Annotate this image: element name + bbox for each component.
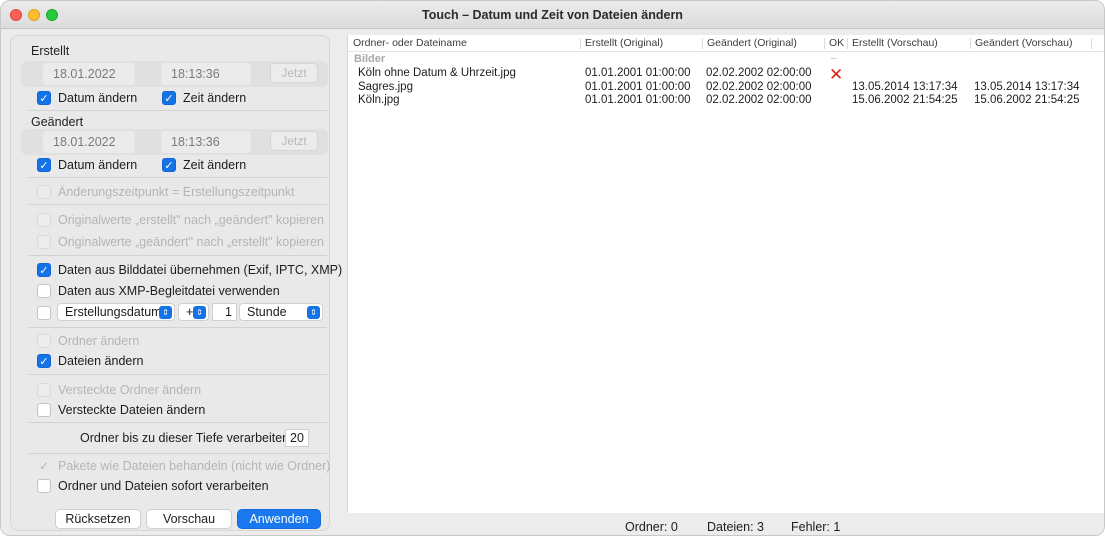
change-files-checkbox[interactable]: ✓ Dateien ändern bbox=[37, 353, 143, 369]
created-date-field[interactable]: 18.01.2022 bbox=[43, 63, 135, 85]
checkmark-icon: ✓ bbox=[37, 158, 51, 172]
change-hidden-folders-checkbox[interactable]: Versteckte Ordner ändern bbox=[37, 382, 201, 398]
checkmark-icon: ✓ bbox=[37, 354, 51, 368]
depth-field[interactable]: 20 bbox=[285, 429, 309, 447]
divider bbox=[29, 374, 327, 375]
divider bbox=[29, 453, 327, 454]
title-bar[interactable]: Touch – Datum und Zeit von Dateien änder… bbox=[1, 1, 1104, 29]
file-list-header: Ordner- oder Dateiname Erstellt (Origina… bbox=[348, 35, 1104, 52]
checkmark-icon: ✓ bbox=[162, 158, 176, 172]
copy-created-to-modified-checkbox[interactable]: Originalwerte „erstellt" nach „geändert"… bbox=[37, 212, 324, 228]
use-image-metadata-checkbox[interactable]: ✓ Daten aus Bilddatei übernehmen (Exif, … bbox=[37, 262, 342, 278]
column-header-ok[interactable]: OK bbox=[824, 37, 844, 49]
modified-now-button[interactable]: Jetzt bbox=[270, 131, 318, 151]
column-header-name[interactable]: Ordner- oder Dateiname bbox=[348, 37, 467, 49]
reset-button[interactable]: Rücksetzen bbox=[55, 509, 141, 529]
copy-modified-to-created-checkbox[interactable]: Originalwerte „geändert" nach „erstellt"… bbox=[37, 234, 324, 250]
use-xmp-sidecar-checkbox[interactable]: Daten aus XMP-Begleitdatei verwenden bbox=[37, 283, 280, 299]
packages-as-files-checkbox[interactable]: ✓ Pakete wie Dateien behandeln (nicht wi… bbox=[37, 458, 330, 474]
column-header-modified-preview[interactable]: Geändert (Vorschau) bbox=[970, 37, 1072, 49]
offset-sign-popup[interactable]: + ⇕ bbox=[178, 303, 209, 321]
checkmark-icon: ✓ bbox=[38, 459, 50, 473]
divider bbox=[29, 110, 327, 111]
column-header-created-original[interactable]: Erstellt (Original) bbox=[580, 37, 663, 49]
chevron-updown-icon: ⇕ bbox=[159, 306, 172, 319]
divider bbox=[29, 255, 327, 256]
process-immediately-checkbox[interactable]: Ordner und Dateien sofort verarbeiten bbox=[37, 478, 269, 494]
offset-base-popup[interactable]: Erstellungsdatum ⇕ bbox=[57, 303, 175, 321]
checkmark-icon: ✓ bbox=[37, 91, 51, 105]
divider bbox=[29, 177, 327, 178]
divider bbox=[29, 422, 327, 423]
created-section-label: Erstellt bbox=[31, 44, 70, 58]
window-title: Touch – Datum und Zeit von Dateien änder… bbox=[422, 8, 683, 22]
checkmark-icon: ✓ bbox=[37, 263, 51, 277]
modified-section-label: Geändert bbox=[31, 115, 84, 129]
folder-group-ok: – bbox=[831, 53, 837, 64]
column-header-created-preview[interactable]: Erstellt (Vorschau) bbox=[847, 37, 938, 49]
modified-time-field[interactable]: 18:13:36 bbox=[161, 131, 251, 153]
modified-change-time-checkbox[interactable]: ✓ Zeit ändern bbox=[162, 157, 246, 173]
app-window: Touch – Datum und Zeit von Dateien änder… bbox=[0, 0, 1105, 536]
created-change-time-checkbox[interactable]: ✓ Zeit ändern bbox=[162, 90, 246, 106]
mod-equals-created-checkbox[interactable]: Änderungszeitpunkt = Erstellungszeitpunk… bbox=[37, 184, 295, 200]
apply-button[interactable]: Anwenden bbox=[237, 509, 321, 529]
status-bar: Ordner: 0 Dateien: 3 Fehler: 1 bbox=[347, 513, 1104, 535]
error-x-icon: ✕ bbox=[829, 65, 844, 84]
table-row[interactable]: Köln ohne Datum & Uhrzeit.jpg 01.01.2001… bbox=[348, 65, 1104, 84]
table-row[interactable]: Sagres.jpg 01.01.2001 01:00:00 02.02.200… bbox=[348, 81, 1104, 94]
offset-amount-field[interactable]: 1 bbox=[212, 303, 237, 321]
status-files: Dateien: 3 bbox=[707, 520, 764, 534]
created-now-button[interactable]: Jetzt bbox=[270, 63, 318, 83]
change-folders-checkbox[interactable]: Ordner ändern bbox=[37, 333, 139, 349]
created-time-field[interactable]: 18:13:36 bbox=[161, 63, 251, 85]
column-header-modified-original[interactable]: Geändert (Original) bbox=[702, 37, 797, 49]
preview-button[interactable]: Vorschau bbox=[146, 509, 232, 529]
folder-group-row[interactable]: Bilder bbox=[354, 53, 385, 65]
divider bbox=[29, 204, 327, 205]
offset-enable-checkbox[interactable] bbox=[37, 305, 51, 321]
depth-label: Ordner bis zu dieser Tiefe verarbeiten: bbox=[80, 431, 293, 445]
status-errors: Fehler: 1 bbox=[791, 520, 841, 534]
modified-change-date-checkbox[interactable]: ✓ Datum ändern bbox=[37, 157, 137, 173]
chevron-updown-icon: ⇕ bbox=[193, 306, 206, 319]
divider bbox=[29, 327, 327, 328]
offset-unit-popup[interactable]: Stunde ⇕ bbox=[239, 303, 323, 321]
created-change-date-checkbox[interactable]: ✓ Datum ändern bbox=[37, 90, 137, 106]
file-list[interactable]: Ordner- oder Dateiname Erstellt (Origina… bbox=[347, 35, 1104, 513]
status-folders: Ordner: 0 bbox=[625, 520, 678, 534]
chevron-updown-icon: ⇕ bbox=[307, 306, 320, 319]
modified-date-field[interactable]: 18.01.2022 bbox=[43, 131, 135, 153]
table-row[interactable]: Köln.jpg 01.01.2001 01:00:00 02.02.2002 … bbox=[348, 94, 1104, 107]
checkmark-icon: ✓ bbox=[162, 91, 176, 105]
change-hidden-files-checkbox[interactable]: Versteckte Dateien ändern bbox=[37, 402, 205, 418]
